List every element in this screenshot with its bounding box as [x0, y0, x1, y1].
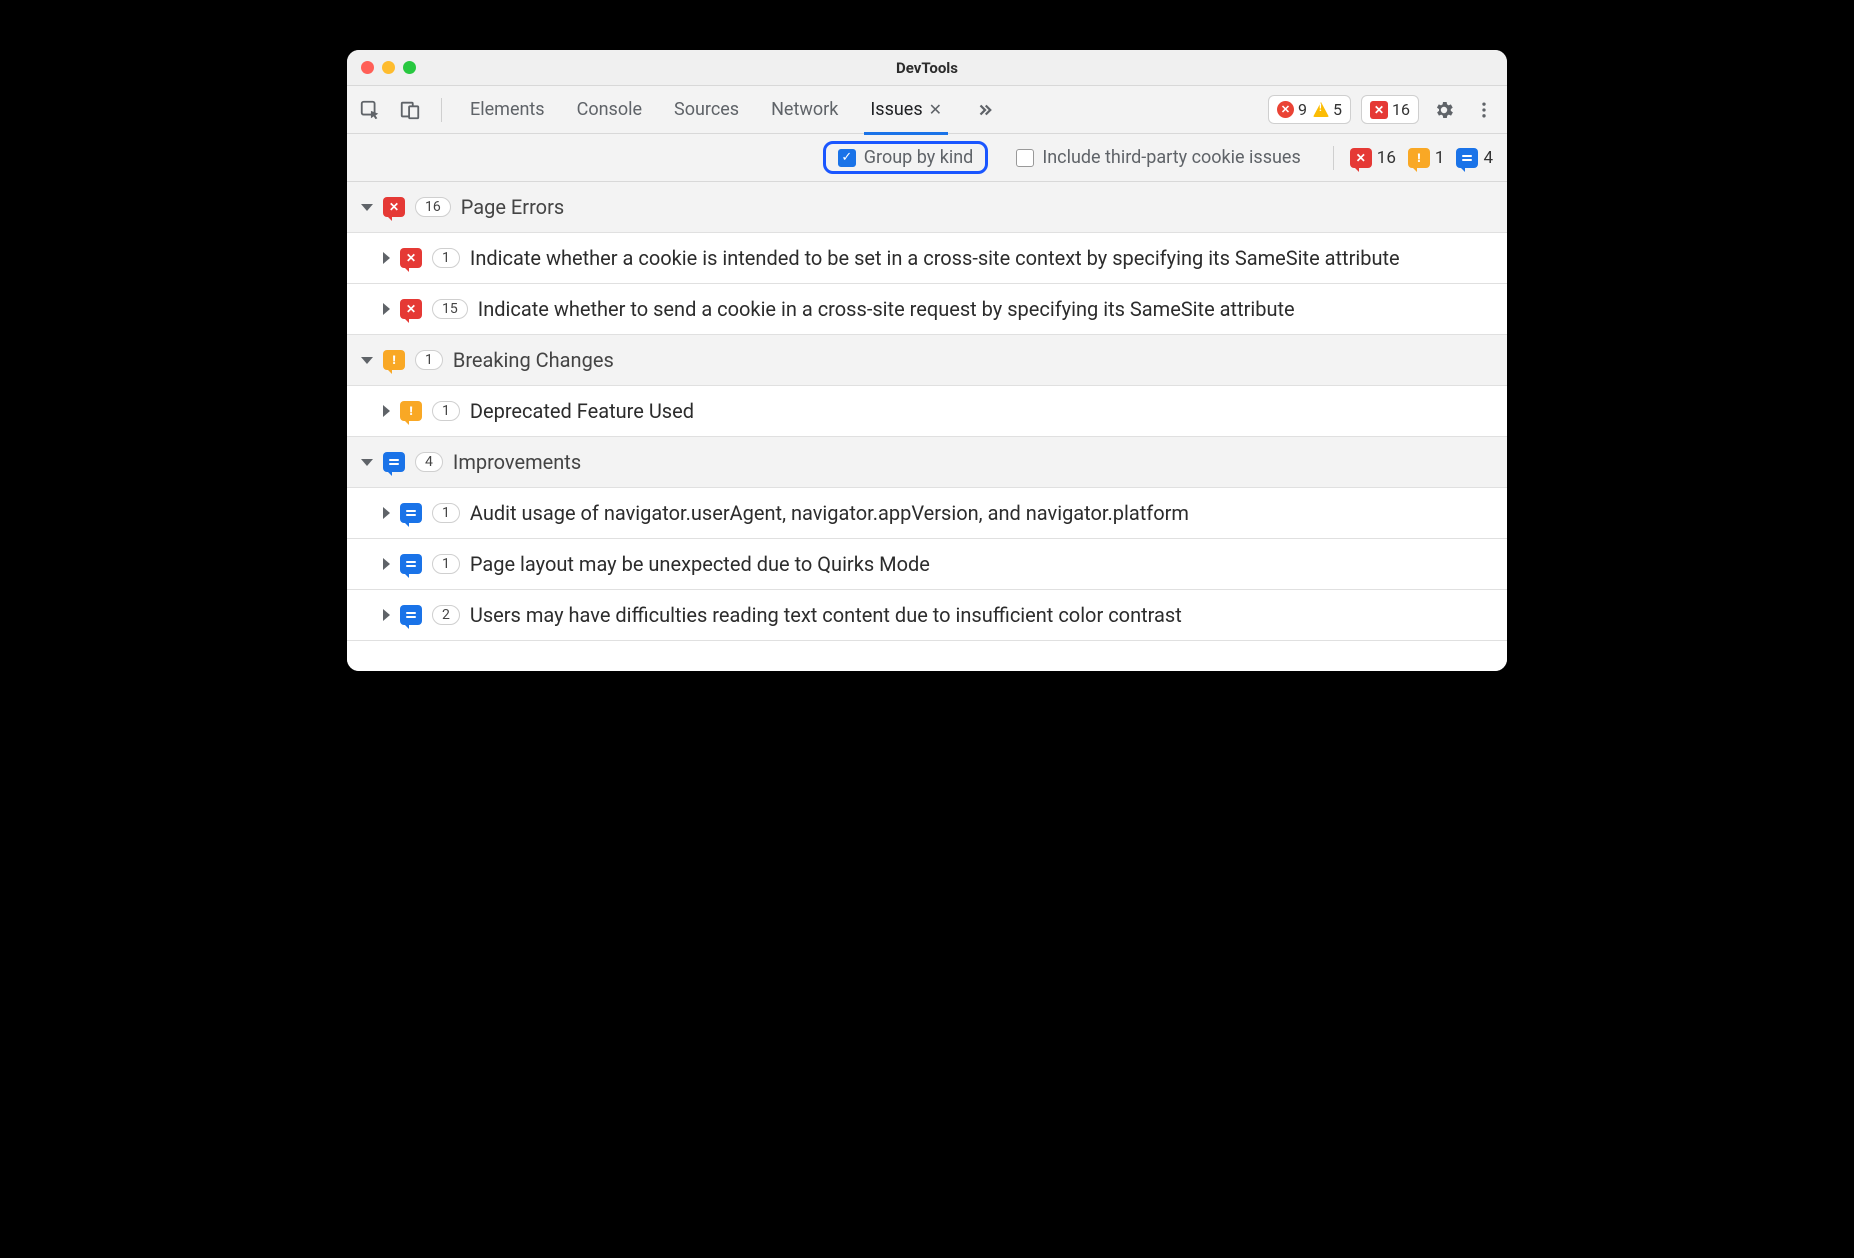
issue-title: Deprecated Feature Used: [470, 398, 1493, 424]
issue-title: Indicate whether a cookie is intended to…: [470, 245, 1493, 271]
tab-network[interactable]: Network: [767, 89, 842, 130]
issues-toolbar: ✓ Group by kind Include third-party cook…: [347, 134, 1507, 182]
group-improvements[interactable]: 4 Improvements: [347, 437, 1507, 488]
include-third-party-checkbox[interactable]: Include third-party cookie issues: [1006, 145, 1310, 170]
group-by-kind-checkbox[interactable]: ✓ Group by kind: [823, 141, 989, 174]
group-count-badge: 4: [415, 452, 443, 472]
error-speech-icon: ✕: [400, 248, 422, 268]
chevron-down-icon: [361, 459, 373, 466]
issue-count-badge: 1: [432, 401, 460, 421]
error-speech-icon: ✕: [383, 197, 405, 217]
tab-issues[interactable]: Issues ✕: [866, 89, 946, 130]
tab-issues-label: Issues: [870, 99, 922, 120]
warning-speech-icon: !: [383, 350, 405, 370]
group-title: Page Errors: [461, 194, 1493, 220]
info-speech-icon: [400, 503, 422, 523]
info-speech-icon: [1456, 148, 1478, 168]
chevron-right-icon: [383, 609, 390, 621]
chevron-down-icon: [361, 204, 373, 211]
settings-icon[interactable]: [1429, 95, 1459, 125]
toolbar-warning-count[interactable]: ! 1: [1408, 148, 1445, 168]
tab-sources[interactable]: Sources: [670, 89, 743, 130]
close-tab-icon[interactable]: ✕: [929, 100, 942, 119]
window-title: DevTools: [347, 59, 1507, 77]
error-speech-icon: ✕: [1350, 148, 1372, 168]
include-third-party-label: Include third-party cookie issues: [1042, 147, 1300, 168]
warning-icon: [1313, 102, 1329, 117]
issue-count-badge: 1: [432, 248, 460, 268]
error-speech-icon: ✕: [400, 299, 422, 319]
info-speech-icon: [400, 554, 422, 574]
issue-error-count: 16: [1392, 100, 1410, 119]
warning-speech-icon: !: [400, 401, 422, 421]
group-by-kind-label: Group by kind: [864, 147, 974, 168]
console-status-pill[interactable]: ✕9 5: [1268, 95, 1351, 124]
group-count-badge: 1: [415, 350, 443, 370]
issue-row[interactable]: 1 Page layout may be unexpected due to Q…: [347, 539, 1507, 590]
chevron-right-icon: [383, 558, 390, 570]
device-toolbar-icon[interactable]: [395, 95, 425, 125]
toolbar-error-count[interactable]: ✕ 16: [1350, 148, 1396, 168]
warning-speech-icon: !: [1408, 148, 1430, 168]
issue-row[interactable]: ! 1 Deprecated Feature Used: [347, 386, 1507, 437]
inspect-element-icon[interactable]: [355, 95, 385, 125]
issue-error-icon: ✕: [1370, 101, 1388, 119]
issue-count-badge: 1: [432, 554, 460, 574]
issues-status-pill[interactable]: ✕16: [1361, 95, 1419, 124]
tab-console[interactable]: Console: [573, 89, 646, 130]
checkbox-unchecked-icon: [1016, 149, 1034, 167]
chevron-right-icon: [383, 405, 390, 417]
issue-title: Audit usage of navigator.userAgent, navi…: [470, 500, 1493, 526]
toolbar-info-count[interactable]: 4: [1456, 148, 1493, 168]
chevron-right-icon: [383, 252, 390, 264]
chevron-right-icon: [383, 507, 390, 519]
issue-title: Page layout may be unexpected due to Qui…: [470, 551, 1493, 577]
info-speech-icon: [400, 605, 422, 625]
chevron-right-icon: [383, 303, 390, 315]
devtools-window: DevTools Elements Console Sources Networ…: [347, 50, 1507, 671]
traffic-lights: [347, 61, 416, 74]
maximize-window-button[interactable]: [403, 61, 416, 74]
issue-count-badge: 15: [432, 299, 468, 319]
tabs: Elements Console Sources Network Issues …: [466, 89, 1000, 130]
issue-count-badge: 1: [432, 503, 460, 523]
group-page-errors[interactable]: ✕ 16 Page Errors: [347, 182, 1507, 233]
issue-title: Users may have difficulties reading text…: [470, 602, 1493, 628]
tab-elements[interactable]: Elements: [466, 89, 549, 130]
issue-row[interactable]: ✕ 15 Indicate whether to send a cookie i…: [347, 284, 1507, 335]
issue-row[interactable]: ✕ 1 Indicate whether a cookie is intende…: [347, 233, 1507, 284]
kebab-menu-icon[interactable]: [1469, 95, 1499, 125]
group-breaking-changes[interactable]: ! 1 Breaking Changes: [347, 335, 1507, 386]
issue-count-badge: 2: [432, 605, 460, 625]
empty-area: [347, 641, 1507, 671]
panel-tabbar: Elements Console Sources Network Issues …: [347, 86, 1507, 134]
close-window-button[interactable]: [361, 61, 374, 74]
divider: [1333, 146, 1334, 170]
error-count: 9: [1298, 100, 1307, 119]
error-icon: ✕: [1277, 101, 1294, 118]
titlebar: DevTools: [347, 50, 1507, 86]
warning-count: 5: [1333, 100, 1342, 119]
group-count-badge: 16: [415, 197, 451, 217]
issue-row[interactable]: 2 Users may have difficulties reading te…: [347, 590, 1507, 641]
info-speech-icon: [383, 452, 405, 472]
group-title: Improvements: [453, 449, 1493, 475]
minimize-window-button[interactable]: [382, 61, 395, 74]
issue-row[interactable]: 1 Audit usage of navigator.userAgent, na…: [347, 488, 1507, 539]
checkbox-checked-icon: ✓: [838, 149, 856, 167]
issue-title: Indicate whether to send a cookie in a c…: [478, 296, 1493, 322]
chevron-down-icon: [361, 357, 373, 364]
more-tabs-icon[interactable]: [970, 95, 1000, 125]
divider: [441, 98, 442, 122]
group-title: Breaking Changes: [453, 347, 1493, 373]
